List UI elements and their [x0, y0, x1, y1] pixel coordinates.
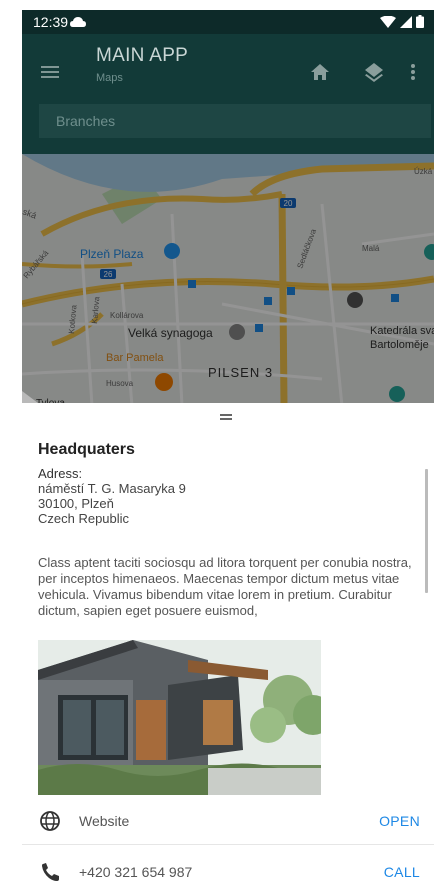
- status-bar: 12:39: [22, 10, 434, 34]
- sheet-drag-handle[interactable]: [220, 414, 232, 420]
- status-time: 12:39: [33, 14, 69, 30]
- sheet-corner: [22, 391, 38, 403]
- app-subtitle: Maps: [96, 72, 123, 84]
- address-block: Adress: náměstí T. G. Masaryka 9 30100, …: [38, 466, 186, 526]
- branch-photo: [38, 640, 321, 795]
- call-button[interactable]: CALL: [384, 864, 420, 880]
- address-line-1: náměstí T. G. Masaryka 9: [38, 481, 186, 496]
- wifi-icon: [380, 15, 396, 28]
- branch-title: Headquaters: [38, 441, 135, 458]
- address-line-3: Czech Republic: [38, 511, 130, 526]
- branch-description: Class aptent taciti sociosqu ad litora t…: [38, 555, 412, 618]
- website-label: Website: [79, 813, 130, 829]
- app-screen: 12:39 MAIN APP Maps Branches 20 26 Plzeň…: [22, 10, 434, 893]
- sheet-scrollbar[interactable]: [425, 469, 428, 593]
- home-icon: [311, 64, 329, 80]
- phone-row[interactable]: +420 321 654 987 CALL: [22, 846, 434, 893]
- more-vert-icon: [411, 64, 415, 80]
- app-bar: MAIN APP Maps Branches: [22, 34, 434, 154]
- phone-number: +420 321 654 987: [79, 864, 193, 880]
- home-button[interactable]: [308, 60, 332, 84]
- map-view[interactable]: 20 26 Plzeň Plaza Velká synagoga Bar Pam…: [22, 154, 434, 406]
- layers-icon: [365, 63, 383, 82]
- address-label: Adress: [38, 466, 79, 481]
- hamburger-icon: [41, 66, 59, 78]
- signal-icon: [400, 15, 412, 28]
- menu-button[interactable]: [38, 60, 62, 84]
- branch-detail-sheet: Headquaters Adress: náměstí T. G. Masary…: [22, 391, 434, 893]
- more-options-button[interactable]: [410, 60, 434, 84]
- branches-search-input[interactable]: Branches: [39, 104, 431, 138]
- layers-button[interactable]: [362, 60, 386, 84]
- app-title: MAIN APP: [96, 45, 189, 66]
- map-scrim: [22, 154, 434, 406]
- website-row[interactable]: Website OPEN: [22, 795, 434, 845]
- phone-icon: [42, 863, 59, 881]
- address-line-2: 30100, Plzeň: [38, 496, 114, 511]
- cloud-icon: [70, 17, 86, 27]
- battery-icon: [416, 15, 424, 28]
- address-colon: :: [78, 466, 83, 481]
- globe-icon: [40, 811, 60, 831]
- open-website-button[interactable]: OPEN: [379, 813, 420, 829]
